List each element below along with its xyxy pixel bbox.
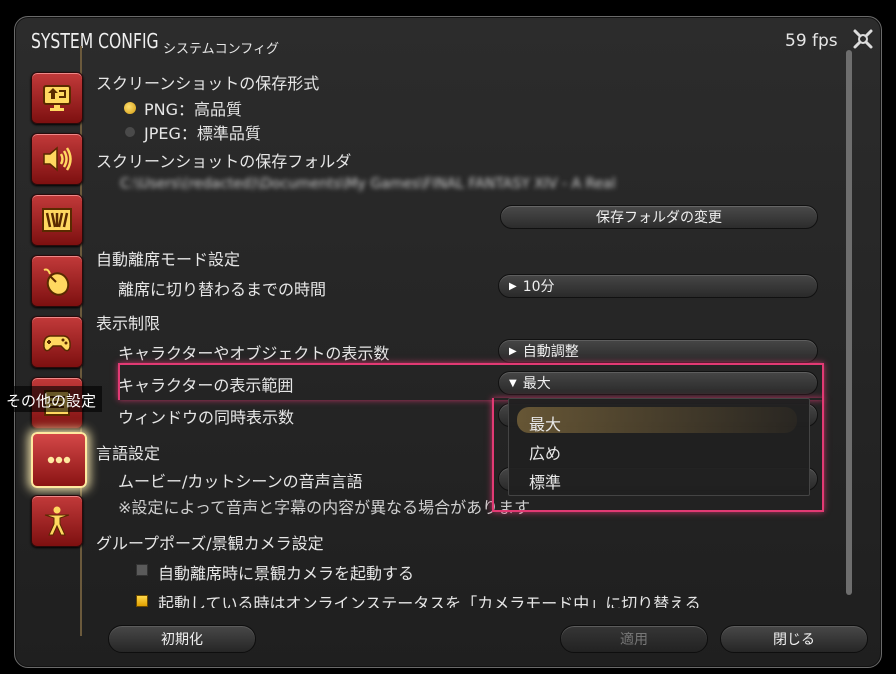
- nav-sound-settings[interactable]: [31, 133, 83, 185]
- checkbox-camera-status[interactable]: [136, 595, 148, 607]
- checkbox-auto-camera-label: 自動離席時に景観カメラを起動する: [158, 564, 415, 583]
- object-count-value: 自動調整: [522, 344, 579, 360]
- afk-time-value: 10分: [522, 279, 555, 295]
- radio-png-label: PNG：高品質: [144, 100, 243, 119]
- fps-counter: 59 fps: [785, 31, 838, 51]
- language-note: ※設定によって音声と字幕の内容が異なる場合があります: [118, 498, 531, 517]
- other-settings-icon: [47, 456, 71, 464]
- change-folder-button[interactable]: 保存フォルダの変更: [500, 205, 818, 229]
- character-range-value: 最大: [522, 376, 551, 392]
- afk-heading: 自動離席モード設定: [96, 250, 241, 269]
- radio-jpeg-label: JPEG：標準品質: [144, 124, 261, 143]
- window-count-label: ウィンドウの同時表示数: [118, 408, 295, 427]
- screenshot-folder-heading: スクリーンショットの保存フォルダ: [96, 152, 352, 171]
- character-range-dropdown[interactable]: ▼ 最大: [498, 371, 818, 395]
- character-range-options-popup: 最大 広め 標準: [508, 398, 810, 496]
- accessibility-icon: [44, 506, 70, 536]
- nav-mouse-settings[interactable]: [31, 255, 83, 307]
- close-button[interactable]: 閉じる: [720, 625, 868, 653]
- object-count-label: キャラクターやオブジェクトの表示数: [118, 344, 390, 363]
- triangle-right-icon: ▶: [509, 345, 517, 357]
- triangle-right-icon: ▶: [509, 280, 517, 292]
- movie-language-label: ムービー/カットシーンの音声言語: [118, 472, 363, 491]
- nav-gamepad-settings[interactable]: [31, 316, 83, 368]
- display-settings-icon: [43, 85, 71, 111]
- option-standard[interactable]: 標準: [529, 469, 561, 493]
- theme-icon: [42, 208, 72, 232]
- checkbox-auto-camera[interactable]: [136, 564, 148, 576]
- radio-png[interactable]: [124, 102, 136, 114]
- screenshot-folder-path: C:\Users\(redacted)\Documents\My Games\F…: [120, 176, 616, 192]
- settings-content: スクリーンショットの保存形式 PNG：高品質 JPEG：標準品質 スクリーンショ…: [86, 50, 846, 608]
- nav-display-settings[interactable]: [31, 72, 83, 124]
- afk-time-label: 離席に切り替わるまでの時間: [118, 280, 327, 299]
- object-count-dropdown[interactable]: ▶ 自動調整: [498, 339, 818, 363]
- triangle-down-icon: ▼: [509, 377, 517, 389]
- display-limits-heading: 表示制限: [96, 314, 161, 333]
- group-pose-heading: グループポーズ/景観カメラ設定: [96, 534, 324, 553]
- option-max[interactable]: 最大: [529, 411, 561, 435]
- character-range-label: キャラクターの表示範囲: [118, 376, 294, 395]
- mouse-icon: [43, 268, 70, 296]
- apply-button[interactable]: 適用: [560, 625, 708, 653]
- afk-time-dropdown[interactable]: ▶ 10分: [498, 274, 818, 298]
- close-window-icon[interactable]: [851, 27, 875, 51]
- nav-theme-settings[interactable]: [31, 194, 83, 246]
- nav-other-settings[interactable]: [31, 432, 87, 488]
- screenshot-format-heading: スクリーンショットの保存形式: [96, 74, 320, 93]
- radio-jpeg[interactable]: [124, 126, 136, 138]
- content-scrollbar[interactable]: [846, 50, 852, 595]
- gamepad-icon: [43, 335, 71, 352]
- sound-icon: [43, 146, 72, 172]
- nav-accessibility-settings[interactable]: [31, 495, 83, 547]
- reset-button[interactable]: 初期化: [108, 625, 256, 653]
- checkbox-camera-status-label: 起動している時はオンラインステータスを「カメラモード中」に切り替える: [158, 594, 701, 608]
- option-wide[interactable]: 広め: [529, 440, 561, 464]
- language-heading: 言語設定: [96, 444, 161, 463]
